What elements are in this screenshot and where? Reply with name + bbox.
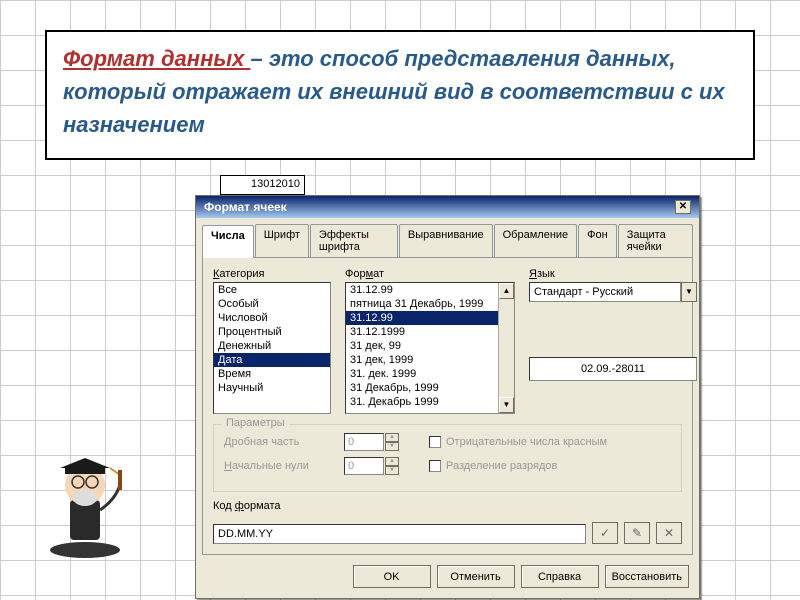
scroll-up-icon[interactable]: ▲	[499, 283, 514, 299]
tab-borders[interactable]: Обрамление	[494, 224, 578, 257]
format-scrollbar[interactable]: ▲ ▼	[498, 283, 514, 413]
format-preview: 02.09.-28011	[529, 357, 697, 381]
tab-row: Числа Шрифт Эффекты шрифта Выравнивание …	[196, 218, 699, 257]
thousands-sep-label: Разделение разрядов	[446, 460, 557, 472]
format-item[interactable]: 31 дек, 99	[346, 339, 514, 353]
params-group: Параметры Дробная часть ▲▼ Отрицательные…	[213, 424, 682, 492]
category-label: Категория	[213, 268, 331, 280]
checkbox-icon[interactable]	[429, 436, 441, 448]
category-item[interactable]: Процентный	[214, 325, 330, 339]
checkbox-icon[interactable]	[429, 460, 441, 472]
cancel-button[interactable]: Отменить	[437, 565, 515, 588]
delete-code-button[interactable]: ✕	[656, 522, 682, 544]
tab-font[interactable]: Шрифт	[255, 224, 309, 257]
spin-down-icon[interactable]: ▼	[385, 466, 399, 475]
reset-button[interactable]: Восстановить	[605, 565, 689, 588]
category-item[interactable]: Время	[214, 367, 330, 381]
dialog-button-row: OK Отменить Справка Восстановить	[196, 555, 699, 598]
heading-box: Формат данных – это способ представления…	[45, 30, 755, 160]
category-item[interactable]: Научный	[214, 381, 330, 395]
edit-code-button[interactable]: ✎	[624, 522, 650, 544]
help-button[interactable]: Справка	[521, 565, 599, 588]
tab-alignment[interactable]: Выравнивание	[399, 224, 493, 257]
tab-panel: Категория Все Особый Числовой Процентный…	[202, 257, 693, 555]
format-item[interactable]: 31.12.99	[346, 283, 514, 297]
chevron-down-icon[interactable]: ▼	[681, 282, 697, 302]
scroll-down-icon[interactable]: ▼	[499, 397, 514, 413]
spin-up-icon[interactable]: ▲	[385, 457, 399, 466]
leading-zeros-spinner[interactable]: ▲▼	[344, 457, 399, 475]
decimal-label: Дробная часть	[224, 436, 334, 448]
tab-numbers[interactable]: Числа	[202, 225, 254, 258]
dialog-title: Формат ячеек	[204, 200, 287, 214]
format-code-input[interactable]	[213, 524, 586, 544]
decimal-spinner[interactable]: ▲▼	[344, 433, 399, 451]
language-label: Язык	[529, 268, 697, 280]
category-listbox[interactable]: Все Особый Числовой Процентный Денежный …	[213, 282, 331, 414]
apply-code-button[interactable]: ✓	[592, 522, 618, 544]
language-input[interactable]	[529, 282, 681, 302]
heading-text: Формат данных – это способ представления…	[63, 42, 737, 141]
cell-value-display: 13012010	[220, 175, 305, 195]
category-item[interactable]: Числовой	[214, 311, 330, 325]
leading-zeros-label: Начальные нули	[224, 460, 334, 472]
tab-protection[interactable]: Защита ячейки	[618, 224, 693, 257]
format-item[interactable]: пятница 31 Декабрь, 1999	[346, 297, 514, 311]
format-item-selected[interactable]: 31.12.99	[346, 311, 514, 325]
negative-red-label: Отрицательные числа красным	[446, 436, 607, 448]
format-item[interactable]: 31. дек. 1999	[346, 367, 514, 381]
category-item[interactable]: Все	[214, 283, 330, 297]
spin-down-icon[interactable]: ▼	[385, 442, 399, 451]
tab-font-effects[interactable]: Эффекты шрифта	[310, 224, 398, 257]
negative-red-checkbox[interactable]: Отрицательные числа красным	[429, 436, 607, 448]
format-listbox[interactable]: 31.12.99 пятница 31 Декабрь, 1999 31.12.…	[345, 282, 515, 414]
format-code-label: Код формата	[213, 500, 682, 512]
format-cells-dialog: Формат ячеек ✕ Числа Шрифт Эффекты шрифт…	[195, 195, 700, 599]
heading-term: Формат данных	[63, 46, 251, 71]
format-item[interactable]: 31 Декабрь, 1999	[346, 381, 514, 395]
spin-up-icon[interactable]: ▲	[385, 433, 399, 442]
category-item[interactable]: Особый	[214, 297, 330, 311]
category-item[interactable]: Денежный	[214, 339, 330, 353]
ok-button[interactable]: OK	[353, 565, 431, 588]
format-label: Формат	[345, 268, 515, 280]
format-item[interactable]: 31. Декабрь 1999	[346, 395, 514, 409]
params-legend: Параметры	[222, 417, 289, 429]
category-item-selected[interactable]: Дата	[214, 353, 330, 367]
decimal-input[interactable]	[344, 433, 384, 451]
leading-zeros-input[interactable]	[344, 457, 384, 475]
close-icon[interactable]: ✕	[675, 200, 691, 214]
tab-background[interactable]: Фон	[578, 224, 617, 257]
dialog-title-bar[interactable]: Формат ячеек ✕	[196, 196, 699, 218]
format-item[interactable]: 31 дек, 1999	[346, 353, 514, 367]
mascot-professor-icon	[35, 440, 135, 560]
language-select[interactable]: ▼	[529, 282, 697, 302]
category-label-text: атегория	[219, 268, 264, 280]
thousands-sep-checkbox[interactable]: Разделение разрядов	[429, 460, 557, 472]
format-item[interactable]: 31.12.1999	[346, 325, 514, 339]
